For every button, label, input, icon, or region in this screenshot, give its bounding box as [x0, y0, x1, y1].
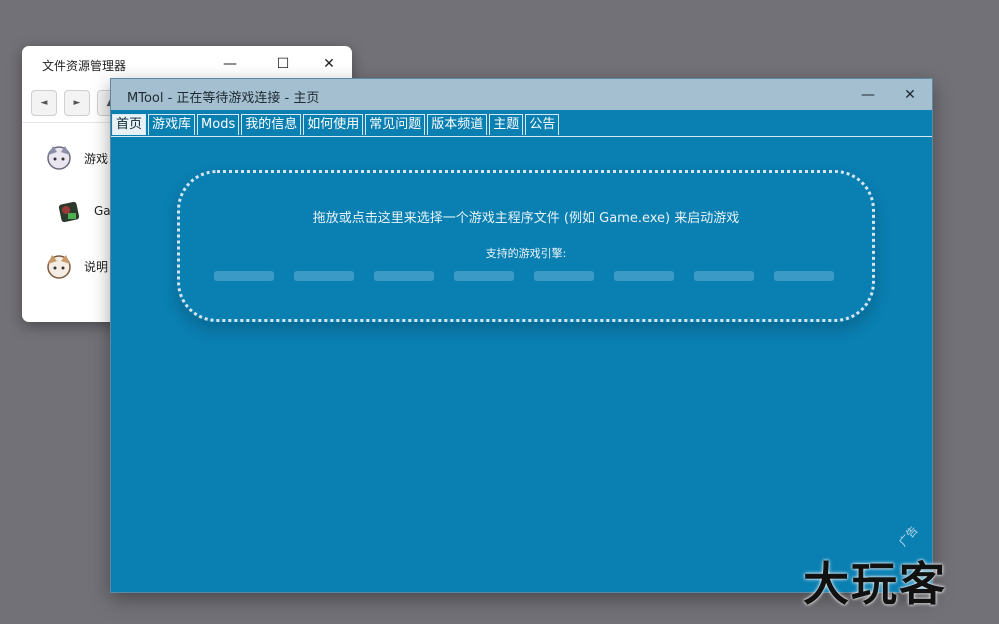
engine-placeholder	[214, 271, 274, 281]
explorer-maximize-button[interactable]: ☐	[271, 52, 295, 76]
dropzone-instruction: 拖放或点击这里来选择一个游戏主程序文件 (例如 Game.exe) 来启动游戏	[312, 211, 740, 226]
window-title: MTool - 正在等待游戏连接 - 主页	[127, 91, 320, 106]
tab-how-to-use[interactable]: 如何使用	[303, 114, 364, 135]
engine-list	[214, 271, 834, 281]
tab-home[interactable]: 首页	[112, 114, 147, 135]
game-exe-icon	[58, 201, 80, 223]
file-label: 游戏	[84, 152, 109, 166]
mtool-window[interactable]: MTool - 正在等待游戏连接 - 主页 — ✕ 首页 游戏库 Mods 我的…	[110, 78, 933, 593]
explorer-close-button[interactable]: ✕	[317, 52, 341, 76]
engine-placeholder	[614, 271, 674, 281]
back-button[interactable]: ◄	[31, 90, 57, 116]
forward-button[interactable]: ►	[64, 90, 90, 116]
watermark-logo: 大玩客	[803, 557, 947, 611]
tab-my-info[interactable]: 我的信息	[241, 114, 302, 135]
engine-placeholder	[374, 271, 434, 281]
game-file-dropzone[interactable]: 拖放或点击这里来选择一个游戏主程序文件 (例如 Game.exe) 来启动游戏 …	[177, 170, 875, 322]
anime-character-icon	[47, 146, 71, 170]
supported-engines-label: 支持的游戏引擎:	[485, 247, 567, 260]
anime-character-icon	[47, 255, 71, 279]
tab-mods[interactable]: Mods	[197, 114, 240, 135]
tab-announcement[interactable]: 公告	[525, 114, 560, 135]
mtool-titlebar[interactable]: MTool - 正在等待游戏连接 - 主页 — ✕	[111, 79, 932, 110]
tab-theme[interactable]: 主题	[489, 114, 524, 135]
engine-placeholder	[454, 271, 514, 281]
engine-placeholder	[694, 271, 754, 281]
engine-placeholder	[534, 271, 594, 281]
engine-placeholder	[774, 271, 834, 281]
tab-bar: 首页 游戏库 Mods 我的信息 如何使用 常见问题 版本频道 主题 公告	[111, 114, 932, 137]
engine-placeholder	[294, 271, 354, 281]
explorer-minimize-button[interactable]: —	[218, 52, 242, 76]
tab-faq[interactable]: 常见问题	[365, 114, 426, 135]
tab-game-library[interactable]: 游戏库	[148, 114, 196, 135]
minimize-button[interactable]: —	[856, 84, 880, 106]
file-label: 说明	[84, 260, 109, 274]
close-button[interactable]: ✕	[898, 84, 922, 106]
tab-version-channel[interactable]: 版本频道	[427, 114, 488, 135]
explorer-title: 文件资源管理器	[42, 59, 127, 73]
file-label: Ga	[94, 204, 111, 218]
